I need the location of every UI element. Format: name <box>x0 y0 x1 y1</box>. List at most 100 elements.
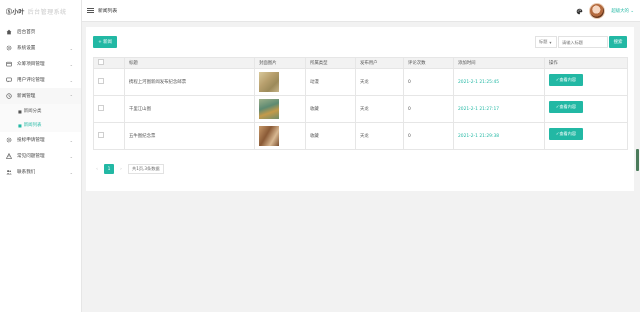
row-checkbox[interactable] <box>98 132 104 138</box>
news-title: 五牛图纪念票 <box>124 122 255 150</box>
table-row: 五牛图纪念票 收藏 天龙 0 2021-2-1 21:29:38 ✓查看内容 <box>93 122 628 150</box>
sidebar-subitem-label: 新闻分类 <box>23 109 42 114</box>
sidebar-subitem-news-category[interactable]: ■ 新闻分类 <box>0 104 81 118</box>
palette-icon[interactable] <box>576 8 583 15</box>
next-page-button[interactable]: › <box>117 164 125 174</box>
row-select-cell <box>93 68 125 96</box>
sidebar-item-user-comments[interactable]: 用户评论管理 ⌄ <box>0 72 81 88</box>
comment-icon <box>6 77 12 83</box>
add-news-button[interactable]: + 新闻 <box>93 36 117 48</box>
chevron-down-icon: ⌄ <box>69 137 73 143</box>
row-select-cell <box>93 122 125 150</box>
sidebar-subitem-news-list[interactable]: ■ 新闻列表 <box>0 118 81 132</box>
table-header-cell: 操作 <box>544 57 628 69</box>
cover-image-cell <box>254 95 306 123</box>
pagination: ‹ 1 › 共1页,3条数据 <box>93 164 164 174</box>
sidebar-item-label: 常见问题管理 <box>17 154 45 159</box>
sidebar-item-label: 用户评论管理 <box>17 78 45 83</box>
news-type: 动漫 <box>305 68 356 96</box>
search-field-select-value: 标题 <box>539 39 548 44</box>
pagination-total: 共1页,3条数据 <box>128 164 164 174</box>
chevron-down-icon: ⌄ <box>69 77 73 83</box>
scrollbar-thumb[interactable] <box>636 149 639 171</box>
table-row: 携程上河图新闻发布纪念邮票 动漫 天龙 0 2021-2-1 21:25:45 … <box>93 68 628 96</box>
logo-mark: Ⓢ小叶 <box>6 8 25 16</box>
select-all-checkbox[interactable] <box>98 59 104 65</box>
sidebar-item-label: 联系我们 <box>17 170 36 175</box>
page-number-button[interactable]: 1 <box>104 164 114 174</box>
search-field-select[interactable]: 标题 ▾ <box>535 36 557 48</box>
table-header-select <box>93 57 125 69</box>
sidebar-item-system-settings[interactable]: 系统设置 ⌄ <box>0 40 81 56</box>
sidebar-subitem-label: 新闻列表 <box>23 123 42 128</box>
table-header-cell: 添加时间 <box>453 57 545 69</box>
user-menu[interactable]: 超级大的 ⌄ <box>611 8 634 14</box>
chevron-down-icon: ▾ <box>549 39 552 45</box>
topbar: 新闻列表 超级大的 ⌄ <box>82 0 640 22</box>
toolbar: + 新闻 标题 ▾ 搜索 <box>86 27 634 55</box>
news-submenu: ■ 新闻分类 ■ 新闻列表 <box>0 104 81 132</box>
row-checkbox[interactable] <box>98 78 104 84</box>
search-input[interactable] <box>558 36 608 48</box>
menu-toggle-icon[interactable] <box>87 8 94 13</box>
cover-image-cell <box>254 68 306 96</box>
gear-icon <box>6 45 12 51</box>
sidebar-item-label: 投标申请管理 <box>17 138 45 143</box>
added-time: 2021-2-1 21:25:45 <box>453 68 545 96</box>
comment-count: 0 <box>403 95 454 123</box>
sidebar: Ⓢ小叶 后台管理系统 后台首页 系统设置 ⌄ 众筹项目管理 ⌄ 用户评论管理 ⌄… <box>0 0 82 312</box>
chevron-down-icon: ⌄ <box>69 45 73 51</box>
logo[interactable]: Ⓢ小叶 后台管理系统 <box>0 0 81 22</box>
table-header-cell: 封面图片 <box>254 57 306 69</box>
news-title: 千里江山图 <box>124 95 255 123</box>
search-button[interactable]: 搜索 <box>609 36 627 48</box>
table-row: 千里江山图 收藏 天龙 0 2021-2-1 21:27:17 ✓查看内容 <box>93 95 628 123</box>
users-icon <box>6 169 12 175</box>
sidebar-item-home[interactable]: 后台首页 <box>0 24 81 40</box>
gear-icon <box>6 137 12 143</box>
chevron-up-icon: ⌃ <box>69 93 73 99</box>
sidebar-item-bid-applications[interactable]: 投标申请管理 ⌄ <box>0 132 81 148</box>
clock-icon <box>6 93 12 99</box>
table-header-cell: 所属类型 <box>305 57 356 69</box>
sidebar-item-label: 众筹项目管理 <box>17 62 45 67</box>
list-bullet-icon: ■ <box>18 108 22 114</box>
cover-image <box>259 126 279 146</box>
table-header-row: 标题 封面图片 所属类型 发布用户 评论次数 添加时间 操作 <box>93 57 628 69</box>
sidebar-menu: 后台首页 系统设置 ⌄ 众筹项目管理 ⌄ 用户评论管理 ⌄ 新闻管理 ⌃ ■ 新… <box>0 22 81 180</box>
row-checkbox[interactable] <box>98 105 104 111</box>
table-header-cell: 发布用户 <box>355 57 404 69</box>
topbar-right: 超级大的 ⌄ <box>576 0 634 22</box>
warning-icon <box>6 153 12 159</box>
added-time: 2021-2-1 21:27:17 <box>453 95 545 123</box>
publisher: 天龙 <box>355 68 404 96</box>
view-content-button[interactable]: ✓查看内容 <box>549 128 583 140</box>
actions-cell: ✓查看内容 <box>544 95 628 123</box>
folder-icon <box>6 61 12 67</box>
comment-count: 0 <box>403 68 454 96</box>
view-content-button[interactable]: ✓查看内容 <box>549 101 583 113</box>
sidebar-item-label: 系统设置 <box>17 46 36 51</box>
cover-image <box>259 99 279 119</box>
sidebar-item-faq[interactable]: 常见问题管理 ⌄ <box>0 148 81 164</box>
added-time: 2021-2-1 21:29:38 <box>453 122 545 150</box>
news-title: 携程上河图新闻发布纪念邮票 <box>124 68 255 96</box>
row-select-cell <box>93 95 125 123</box>
chevron-down-icon: ⌄ <box>69 61 73 67</box>
comment-count: 0 <box>403 122 454 150</box>
list-bullet-icon: ■ <box>18 122 22 128</box>
sidebar-item-crowdfunding[interactable]: 众筹项目管理 ⌄ <box>0 56 81 72</box>
news-type: 收藏 <box>305 95 356 123</box>
user-name: 超级大的 <box>611 9 629 14</box>
cover-image-cell <box>254 122 306 150</box>
view-content-button[interactable]: ✓查看内容 <box>549 74 583 86</box>
sidebar-item-contact[interactable]: 联系我们 ⌄ <box>0 164 81 180</box>
prev-page-button[interactable]: ‹ <box>93 164 101 174</box>
news-table: 标题 封面图片 所属类型 发布用户 评论次数 添加时间 操作 携程上河图新闻发布… <box>93 57 628 150</box>
sidebar-item-news[interactable]: 新闻管理 ⌃ <box>0 88 81 104</box>
avatar[interactable] <box>589 3 606 19</box>
main-panel: + 新闻 标题 ▾ 搜索 标题 封面图片 所属类型 发布用户 评论次数 添加时间… <box>86 27 634 191</box>
home-icon <box>6 29 12 35</box>
logo-text: 后台管理系统 <box>27 8 67 16</box>
actions-cell: ✓查看内容 <box>544 122 628 150</box>
